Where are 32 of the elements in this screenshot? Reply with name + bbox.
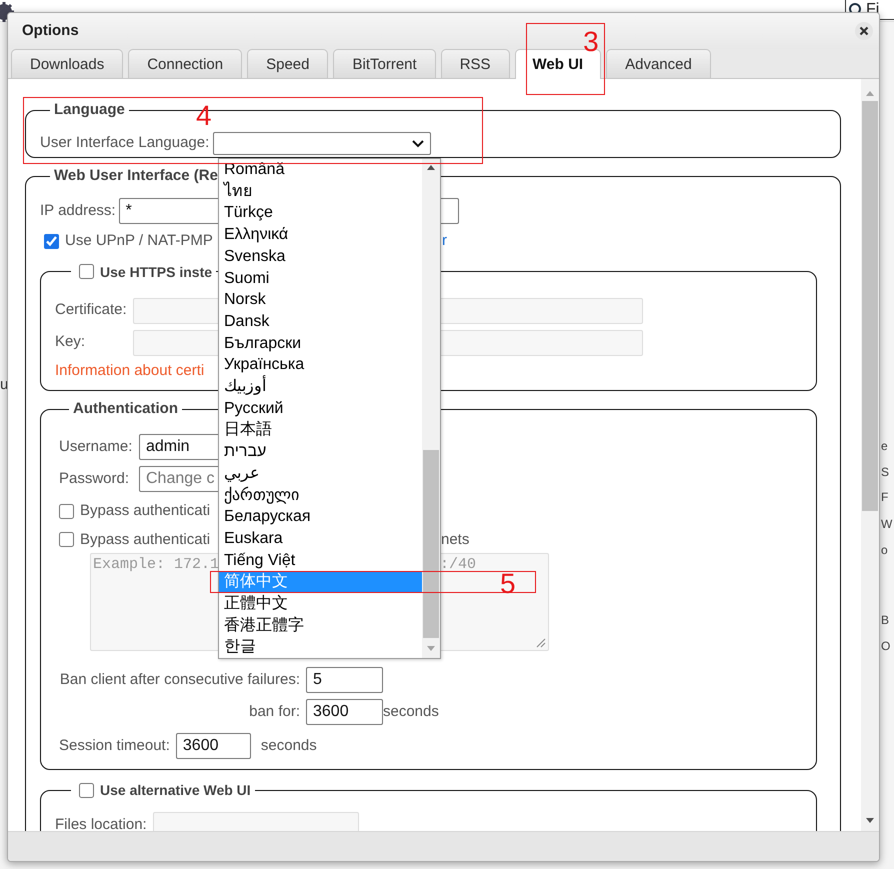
field-label: IP address:	[40, 200, 116, 221]
checkbox-label: Bypass authenticati	[80, 530, 210, 550]
unit-label: seconds	[260, 736, 317, 756]
field-label: Username:	[59, 436, 133, 457]
group-title: Language	[53, 100, 126, 120]
field-label: Certificate:	[55, 300, 127, 320]
unit-label: seconds	[383, 702, 439, 722]
field-label: Ban client after consecutive failures:	[59, 670, 300, 690]
background-text: O	[881, 638, 890, 655]
background-text: W	[881, 516, 892, 533]
placeholder-text: Example: 172.1	[93, 556, 220, 573]
background-text: o	[881, 542, 888, 559]
field-label: Session timeout:	[59, 736, 170, 756]
background-text: S	[881, 464, 890, 481]
field-label: Key:	[55, 332, 86, 352]
group-title: Use alternative Web UI	[100, 781, 251, 800]
background-text: F	[881, 489, 888, 506]
field-label: Password:	[59, 468, 130, 489]
group-title: Authentication	[72, 399, 179, 419]
placeholder-text: :/40	[440, 555, 476, 575]
checkbox-label: Use UPnP / NAT-PMP	[65, 231, 213, 251]
field-label: User Interface Language:	[40, 133, 210, 154]
checkbox-label: nets	[441, 530, 470, 550]
group-title: Use HTTPS inste	[100, 262, 212, 282]
background-text: B	[881, 612, 890, 629]
checkbox-label: Bypass authenticati	[80, 501, 210, 521]
field-label: ban for:	[248, 702, 300, 722]
group-title: Web User Interface (Re	[53, 166, 219, 186]
field-label: Files location:	[55, 814, 147, 831]
window-title: Options	[22, 20, 79, 41]
background-text: e	[881, 438, 888, 455]
info-text: Information about certi	[55, 360, 204, 380]
